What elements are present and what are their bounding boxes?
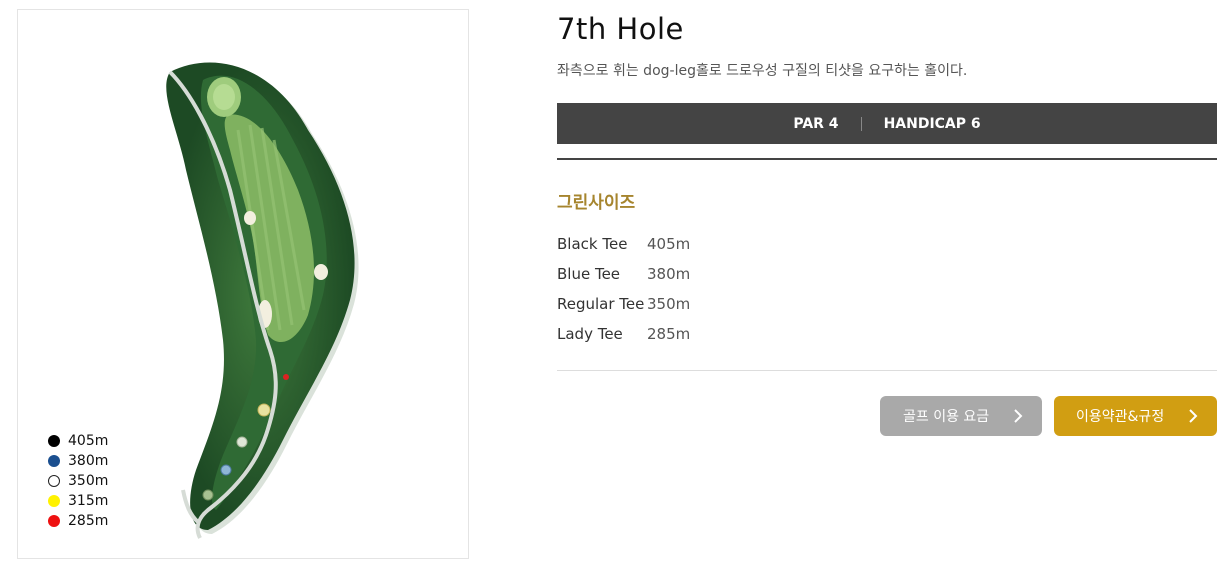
golf-fee-button-label: 골프 이용 요금 <box>903 409 990 425</box>
tee-distance: 350m <box>647 295 691 313</box>
chevron-right-icon <box>1014 409 1023 423</box>
handicap-label: HANDICAP 6 <box>883 115 981 132</box>
legend-distance: 285m <box>68 513 109 529</box>
white-tee-marker-icon <box>48 475 60 487</box>
black-tee-marker-icon <box>48 435 60 447</box>
green-size-heading: 그린사이즈 <box>557 193 636 213</box>
course-map-panel: 405m 380m 350m 315m 285m <box>17 9 469 559</box>
tee-name: Black Tee <box>557 235 628 253</box>
blue-tee-marker-icon <box>48 455 60 467</box>
hole-description: 좌측으로 휘는 dog-leg홀로 드로우성 구질의 티샷을 요구하는 홀이다. <box>557 63 968 79</box>
legend-distance: 405m <box>68 433 109 449</box>
legend-item-blue: 380m <box>48 451 108 471</box>
chevron-right-icon <box>1189 409 1198 423</box>
yellow-tee-marker-icon <box>48 495 60 507</box>
par-label: PAR 4 <box>793 115 839 132</box>
legend-item-white: 350m <box>48 471 108 491</box>
section-divider <box>557 158 1217 160</box>
divider <box>860 116 862 131</box>
golf-fee-button[interactable]: 골프 이용 요금 <box>880 396 1042 436</box>
terms-rules-button[interactable]: 이용약관&규정 <box>1054 396 1217 436</box>
tee-distance: 380m <box>647 265 691 283</box>
tee-distance: 405m <box>647 235 691 253</box>
par-handicap-bar: PAR 4 HANDICAP 6 <box>557 103 1217 144</box>
legend-item-yellow: 315m <box>48 491 108 511</box>
hole-title: 7th Hole <box>557 12 684 46</box>
tee-name: Lady Tee <box>557 325 623 343</box>
section-divider <box>557 370 1217 371</box>
tee-distance: 285m <box>647 325 691 343</box>
legend-distance: 315m <box>68 493 109 509</box>
list-item: Black Tee 405m <box>557 229 690 259</box>
legend-distance: 380m <box>68 453 109 469</box>
list-item: Lady Tee 285m <box>557 319 690 349</box>
tee-legend: 405m 380m 350m 315m 285m <box>48 431 108 531</box>
legend-distance: 350m <box>68 473 109 489</box>
tee-name: Blue Tee <box>557 265 621 283</box>
list-item: Regular Tee 350m <box>557 289 690 319</box>
legend-item-black: 405m <box>48 431 108 451</box>
terms-rules-button-label: 이용약관&규정 <box>1076 409 1165 425</box>
red-tee-marker-icon <box>48 515 60 527</box>
legend-item-red: 285m <box>48 511 108 531</box>
tee-distance-list: Black Tee 405m Blue Tee 380m Regular Tee… <box>557 229 690 349</box>
tee-name: Regular Tee <box>557 295 645 313</box>
list-item: Blue Tee 380m <box>557 259 690 289</box>
